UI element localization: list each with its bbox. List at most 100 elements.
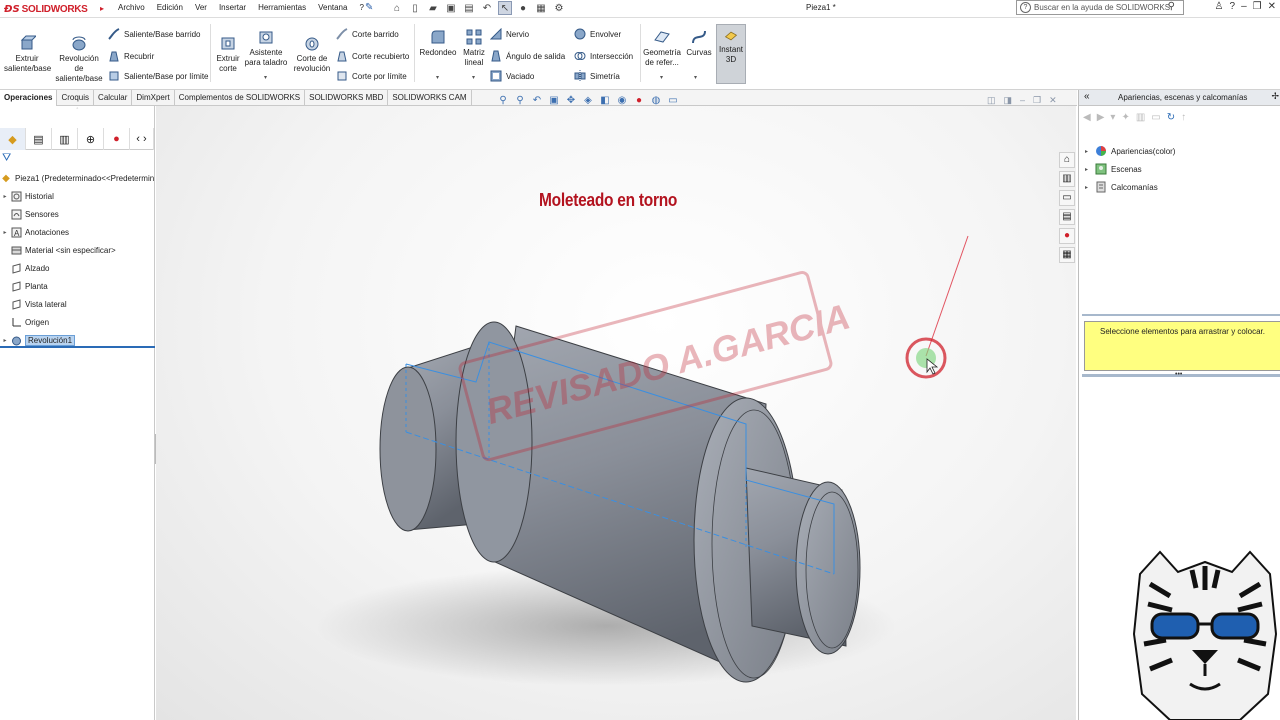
- mirror-button[interactable]: Simetría: [574, 69, 620, 83]
- collapse-pane-icon[interactable]: «: [1084, 91, 1090, 102]
- revolve-cut-button[interactable]: Corte de revolución: [290, 34, 334, 74]
- up-icon[interactable]: ↑: [1181, 112, 1186, 123]
- menu-expand-arrow-icon[interactable]: ▸: [100, 4, 104, 13]
- new-document-icon[interactable]: ▯: [408, 1, 422, 15]
- fillet-button[interactable]: Redondeo: [418, 28, 458, 58]
- refresh-icon[interactable]: ↻: [1167, 112, 1175, 123]
- menu-ver[interactable]: Ver: [189, 3, 213, 12]
- graphics-area[interactable]: REVISADO A.GARCIA Moleteado en torno: [156, 106, 1076, 720]
- tree-item-decals[interactable]: ▸ Calcomanías: [1085, 178, 1175, 196]
- shell-button[interactable]: Vaciado: [490, 69, 534, 83]
- dynamic-annotation-icon[interactable]: ✥: [564, 94, 578, 108]
- tab-scroll-arrows-icon[interactable]: ‹ ›: [130, 128, 154, 150]
- boundary-cut-button[interactable]: Corte por límite: [336, 69, 407, 83]
- tree-item-sensores[interactable]: Sensores: [0, 205, 155, 223]
- panel-splitter[interactable]: ◦: [0, 106, 155, 114]
- linear-pattern-button[interactable]: Matriz lineal: [458, 28, 490, 68]
- tree-item-vista-lateral[interactable]: Vista lateral: [0, 295, 155, 313]
- dimxpert-manager-tab-icon[interactable]: ⊕: [78, 128, 104, 150]
- revolve-boss-button[interactable]: Revolución de saliente/base: [54, 34, 104, 84]
- viewport-minimize-icon[interactable]: –: [1020, 95, 1025, 106]
- menu-edicion[interactable]: Edición: [151, 3, 189, 12]
- instant3d-toggle[interactable]: Instant 3D: [716, 24, 746, 84]
- hole-wizard-dropdown-icon[interactable]: ▾: [264, 74, 267, 81]
- save-icon[interactable]: ▣: [444, 1, 458, 15]
- file-properties-icon[interactable]: ▦: [534, 1, 548, 15]
- open-folder-icon[interactable]: ▰: [426, 1, 440, 15]
- close-window-icon[interactable]: ✕: [1268, 1, 1276, 12]
- filter-icon[interactable]: ⛛: [2, 152, 11, 165]
- apply-scene-icon[interactable]: ◍: [649, 94, 663, 108]
- design-library-icon[interactable]: ▥: [1059, 171, 1075, 187]
- wrap-button[interactable]: Envolver: [574, 27, 621, 41]
- tree-item-origen[interactable]: Origen: [0, 313, 155, 331]
- print-icon[interactable]: ▤: [462, 1, 476, 15]
- menu-ventana[interactable]: Ventana: [312, 3, 353, 12]
- menu-archivo[interactable]: Archivo: [112, 3, 151, 12]
- expand-arrow-icon[interactable]: ▸: [1085, 166, 1095, 173]
- menu-insertar[interactable]: Insertar: [213, 3, 252, 12]
- library-icon[interactable]: ▥: [1136, 112, 1145, 123]
- edit-appearance-icon[interactable]: ●: [632, 94, 646, 108]
- tree-item-scenes[interactable]: ▸ Escenas: [1085, 160, 1175, 178]
- undo-icon[interactable]: ↶: [480, 1, 494, 15]
- pane-divider[interactable]: [1082, 314, 1280, 316]
- add-folder-icon[interactable]: ✦: [1121, 112, 1129, 123]
- section-view-icon[interactable]: ▣: [547, 94, 561, 108]
- reference-geometry-dropdown-icon[interactable]: ▾: [660, 74, 663, 81]
- appearances-tab-icon[interactable]: ●: [1059, 228, 1075, 244]
- view-settings-icon[interactable]: ▭: [666, 94, 680, 108]
- extrude-cut-button[interactable]: Extruir corte: [212, 34, 244, 74]
- expand-arrow-icon[interactable]: ▸: [1085, 148, 1095, 155]
- search-icon[interactable]: ⚲: [1168, 1, 1175, 12]
- tree-item-historial[interactable]: ▸ Historial: [0, 187, 155, 205]
- tab-dimxpert[interactable]: DimXpert: [132, 90, 175, 106]
- viewport-close-icon[interactable]: ✕: [1049, 95, 1057, 106]
- hide-show-items-icon[interactable]: ◉: [615, 94, 629, 108]
- solidworks-resources-icon[interactable]: ⌂: [1059, 152, 1075, 168]
- extrude-boss-button[interactable]: Extruir saliente/base: [4, 34, 51, 74]
- tab-calcular[interactable]: Calcular: [94, 90, 133, 106]
- display-style-icon[interactable]: ◧: [598, 94, 612, 108]
- expand-arrow-icon[interactable]: ▸: [0, 229, 10, 236]
- restore-window-icon[interactable]: ❐: [1253, 1, 1262, 12]
- viewport-restore-icon[interactable]: ❐: [1033, 95, 1041, 106]
- view-palette-icon[interactable]: ▤: [1059, 209, 1075, 225]
- feature-manager-tab-icon[interactable]: ◆: [0, 128, 26, 150]
- viewport-tile-icon[interactable]: ◨: [1004, 95, 1013, 106]
- fillet-dropdown-icon[interactable]: ▾: [436, 74, 439, 81]
- dropdown-icon[interactable]: ▾: [1110, 112, 1115, 123]
- home-icon[interactable]: ⌂: [390, 1, 404, 15]
- lofted-boss-button[interactable]: Recubrir: [108, 49, 154, 63]
- tree-item-appearances-color[interactable]: ▸ Apariencias(color): [1085, 142, 1175, 160]
- expand-arrow-icon[interactable]: ▸: [0, 193, 10, 200]
- custom-properties-icon[interactable]: ▦: [1059, 247, 1075, 263]
- boundary-boss-button[interactable]: Saliente/Base por límite: [108, 69, 209, 83]
- draft-button[interactable]: Ángulo de salida: [490, 49, 565, 63]
- tree-root-part[interactable]: ◆ Pieza1 (Predeterminado<<Predetermin: [0, 169, 155, 187]
- reference-geometry-button[interactable]: Geometría de refer...: [642, 28, 682, 68]
- swept-boss-button[interactable]: Saliente/Base barrido: [108, 27, 201, 41]
- folder-icon[interactable]: ▭: [1151, 112, 1160, 123]
- swept-cut-button[interactable]: Corte barrido: [336, 27, 399, 41]
- solidworks-logo[interactable]: ƉS SOLIDWORKS: [4, 1, 100, 17]
- tab-operaciones[interactable]: Operaciones: [0, 90, 58, 106]
- lofted-cut-button[interactable]: Corte recubierto: [336, 49, 409, 63]
- pin-menu-icon[interactable]: ✎: [365, 2, 373, 13]
- linear-pattern-dropdown-icon[interactable]: ▾: [472, 74, 475, 81]
- viewport-split-icon[interactable]: ◫: [987, 95, 996, 106]
- display-manager-tab-icon[interactable]: ●: [104, 128, 130, 150]
- minimize-window-icon[interactable]: –: [1241, 1, 1247, 12]
- tree-item-anotaciones[interactable]: ▸ A Anotaciones: [0, 223, 155, 241]
- traffic-light-icon[interactable]: ●: [516, 1, 530, 15]
- zoom-to-fit-icon[interactable]: ⚲: [496, 94, 510, 108]
- pin-pane-icon[interactable]: ✢: [1271, 91, 1279, 102]
- tab-croquis[interactable]: Croquis: [57, 90, 95, 106]
- help-icon[interactable]: ?: [1230, 1, 1236, 12]
- curves-dropdown-icon[interactable]: ▾: [694, 74, 697, 81]
- configuration-manager-tab-icon[interactable]: ▥: [52, 128, 78, 150]
- rollback-bar[interactable]: [0, 346, 155, 348]
- select-cursor-icon[interactable]: ↖: [498, 1, 512, 15]
- curves-button[interactable]: Curvas: [684, 28, 714, 58]
- tree-item-planta[interactable]: Planta: [0, 277, 155, 295]
